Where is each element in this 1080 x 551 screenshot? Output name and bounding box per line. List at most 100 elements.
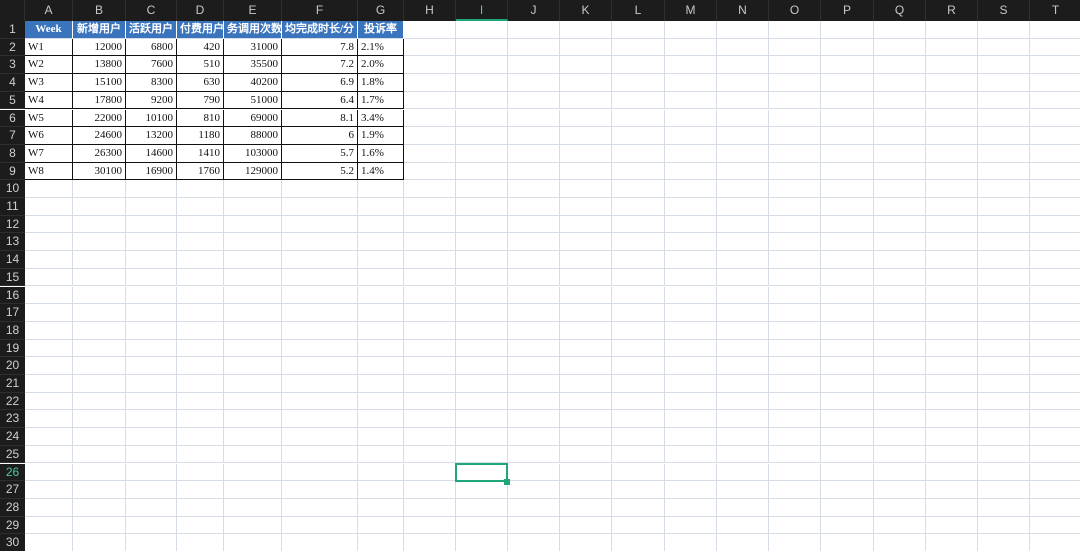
empty-cell[interactable] <box>665 339 717 358</box>
empty-cell[interactable] <box>1030 534 1080 551</box>
empty-cell[interactable] <box>717 198 769 216</box>
empty-cell[interactable] <box>508 498 560 517</box>
empty-cell[interactable] <box>1030 198 1080 216</box>
empty-cell[interactable] <box>1030 287 1080 305</box>
empty-cell[interactable] <box>978 127 1030 145</box>
row-header-4[interactable]: 4 <box>0 74 25 92</box>
empty-cell[interactable] <box>508 375 560 393</box>
empty-cell[interactable] <box>665 56 717 75</box>
empty-cell[interactable] <box>73 375 126 393</box>
table-cell[interactable]: 510 <box>177 56 224 75</box>
table-header-cell[interactable]: 投诉率 <box>358 21 404 39</box>
empty-cell[interactable] <box>282 481 358 499</box>
empty-cell[interactable] <box>926 74 978 92</box>
empty-cell[interactable] <box>508 286 560 305</box>
empty-cell[interactable] <box>769 304 821 322</box>
empty-cell[interactable] <box>508 268 560 287</box>
empty-cell[interactable] <box>717 162 769 181</box>
empty-cell[interactable] <box>282 428 358 446</box>
empty-cell[interactable] <box>358 268 404 287</box>
table-cell[interactable]: 30100 <box>73 162 126 181</box>
empty-cell[interactable] <box>358 375 404 393</box>
empty-cell[interactable] <box>126 215 177 234</box>
empty-cell[interactable] <box>978 321 1030 340</box>
empty-cell[interactable] <box>404 56 456 75</box>
empty-cell[interactable] <box>717 516 769 535</box>
empty-cell[interactable] <box>282 516 358 535</box>
empty-cell[interactable] <box>456 74 508 92</box>
table-cell[interactable]: 1.6% <box>358 144 404 163</box>
empty-cell[interactable] <box>73 498 126 517</box>
empty-cell[interactable] <box>874 268 926 287</box>
empty-cell[interactable] <box>926 180 978 198</box>
empty-cell[interactable] <box>665 375 717 393</box>
empty-cell[interactable] <box>126 445 177 464</box>
table-cell[interactable]: 420 <box>177 38 224 57</box>
table-header-cell[interactable]: 新增用户 <box>73 21 126 39</box>
empty-cell[interactable] <box>404 109 456 128</box>
empty-cell[interactable] <box>404 74 456 92</box>
empty-cell[interactable] <box>560 463 612 482</box>
empty-cell[interactable] <box>508 233 560 252</box>
empty-cell[interactable] <box>456 38 508 57</box>
empty-cell[interactable] <box>978 534 1030 551</box>
empty-cell[interactable] <box>926 498 978 517</box>
empty-cell[interactable] <box>126 498 177 517</box>
column-header-j[interactable]: J <box>508 0 560 21</box>
empty-cell[interactable] <box>978 481 1030 499</box>
empty-cell[interactable] <box>926 286 978 305</box>
empty-cell[interactable] <box>126 392 177 411</box>
empty-cell[interactable] <box>769 445 821 464</box>
empty-cell[interactable] <box>508 215 560 234</box>
empty-cell[interactable] <box>665 144 717 163</box>
empty-cell[interactable] <box>665 162 717 181</box>
empty-cell[interactable] <box>769 162 821 181</box>
empty-cell[interactable] <box>665 516 717 535</box>
empty-cell[interactable] <box>978 38 1030 57</box>
empty-cell[interactable] <box>126 534 177 551</box>
empty-cell[interactable] <box>612 268 665 287</box>
empty-cell[interactable] <box>821 357 874 375</box>
empty-cell[interactable] <box>73 233 126 252</box>
empty-cell[interactable] <box>456 445 508 464</box>
column-header-b[interactable]: B <box>73 0 126 21</box>
table-cell[interactable]: 6.9 <box>282 74 358 92</box>
empty-cell[interactable] <box>404 375 456 393</box>
empty-cell[interactable] <box>456 21 508 39</box>
empty-cell[interactable] <box>358 357 404 375</box>
row-header-14[interactable]: 14 <box>0 251 25 269</box>
empty-cell[interactable] <box>73 516 126 535</box>
empty-cell[interactable] <box>821 392 874 411</box>
empty-cell[interactable] <box>177 463 224 482</box>
empty-cell[interactable] <box>665 410 717 429</box>
empty-cell[interactable] <box>926 321 978 340</box>
empty-cell[interactable] <box>456 180 508 198</box>
row-header-1[interactable]: 1 <box>0 21 25 39</box>
empty-cell[interactable] <box>456 392 508 411</box>
row-header-28[interactable]: 28 <box>0 498 25 517</box>
empty-cell[interactable] <box>224 215 282 234</box>
empty-cell[interactable] <box>177 251 224 269</box>
empty-cell[interactable] <box>456 534 508 551</box>
empty-cell[interactable] <box>1030 481 1080 499</box>
empty-cell[interactable] <box>25 445 73 464</box>
empty-cell[interactable] <box>404 498 456 517</box>
empty-cell[interactable] <box>769 339 821 358</box>
empty-cell[interactable] <box>612 198 665 216</box>
table-cell[interactable]: W6 <box>25 127 73 145</box>
empty-cell[interactable] <box>73 198 126 216</box>
empty-cell[interactable] <box>926 410 978 429</box>
empty-cell[interactable] <box>358 215 404 234</box>
empty-cell[interactable] <box>404 251 456 269</box>
table-header-cell[interactable]: 付费用户 <box>177 21 224 39</box>
empty-cell[interactable] <box>1030 216 1080 234</box>
empty-cell[interactable] <box>978 268 1030 287</box>
empty-cell[interactable] <box>282 304 358 322</box>
empty-cell[interactable] <box>1030 428 1080 446</box>
empty-cell[interactable] <box>560 198 612 216</box>
column-header-l[interactable]: L <box>612 0 665 21</box>
row-header-13[interactable]: 13 <box>0 233 25 252</box>
empty-cell[interactable] <box>769 215 821 234</box>
empty-cell[interactable] <box>560 233 612 252</box>
empty-cell[interactable] <box>560 357 612 375</box>
